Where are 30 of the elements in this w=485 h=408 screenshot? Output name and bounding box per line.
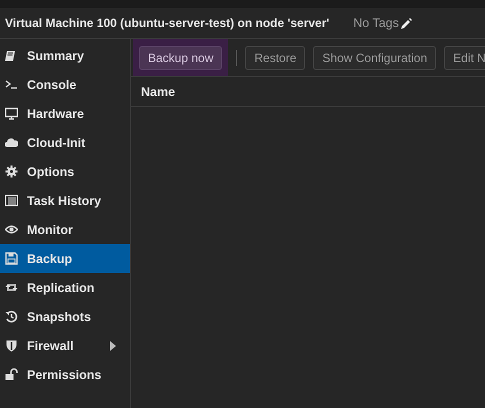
sidebar-item[interactable]: Replication	[0, 273, 130, 302]
sidebar-item[interactable]: Console	[0, 70, 130, 99]
history-icon	[5, 310, 18, 323]
retweet-icon	[5, 281, 18, 294]
eye-icon	[5, 223, 18, 236]
sidebar-item[interactable]: Options	[0, 157, 130, 186]
sidebar-item[interactable]: Firewall	[0, 331, 130, 360]
pencil-icon[interactable]	[400, 18, 412, 28]
monitor-icon	[5, 107, 18, 120]
list-icon	[5, 194, 18, 207]
terminal-icon	[5, 78, 18, 91]
gear-icon	[5, 165, 18, 178]
backup-button[interactable]: Backup now	[139, 46, 222, 70]
sidebar-item[interactable]: Permissions	[0, 360, 130, 389]
tags-label: No Tags	[353, 16, 399, 30]
shield-icon	[5, 339, 18, 352]
sidebar-item[interactable]: Monitor	[0, 215, 130, 244]
expand-arrow-icon[interactable]	[110, 340, 116, 350]
cloud-icon	[5, 136, 18, 149]
column-header[interactable]: Name	[141, 84, 176, 98]
sidebar-item[interactable]: Backup	[0, 244, 130, 273]
sidebar-item[interactable]: Task History	[0, 186, 130, 215]
floppy-icon	[5, 252, 18, 265]
unlock-icon	[5, 368, 18, 381]
book-icon	[5, 49, 18, 62]
sidebar-item[interactable]: Snapshots	[0, 302, 130, 331]
sidebar-item[interactable]: Summary	[0, 41, 130, 70]
sidebar-item[interactable]: Cloud-Init	[0, 128, 130, 157]
sidebar-item[interactable]: Hardware	[0, 99, 130, 128]
window-title: Virtual Machine 100 (ubuntu-server-test) on node 'server'	[5, 16, 330, 30]
